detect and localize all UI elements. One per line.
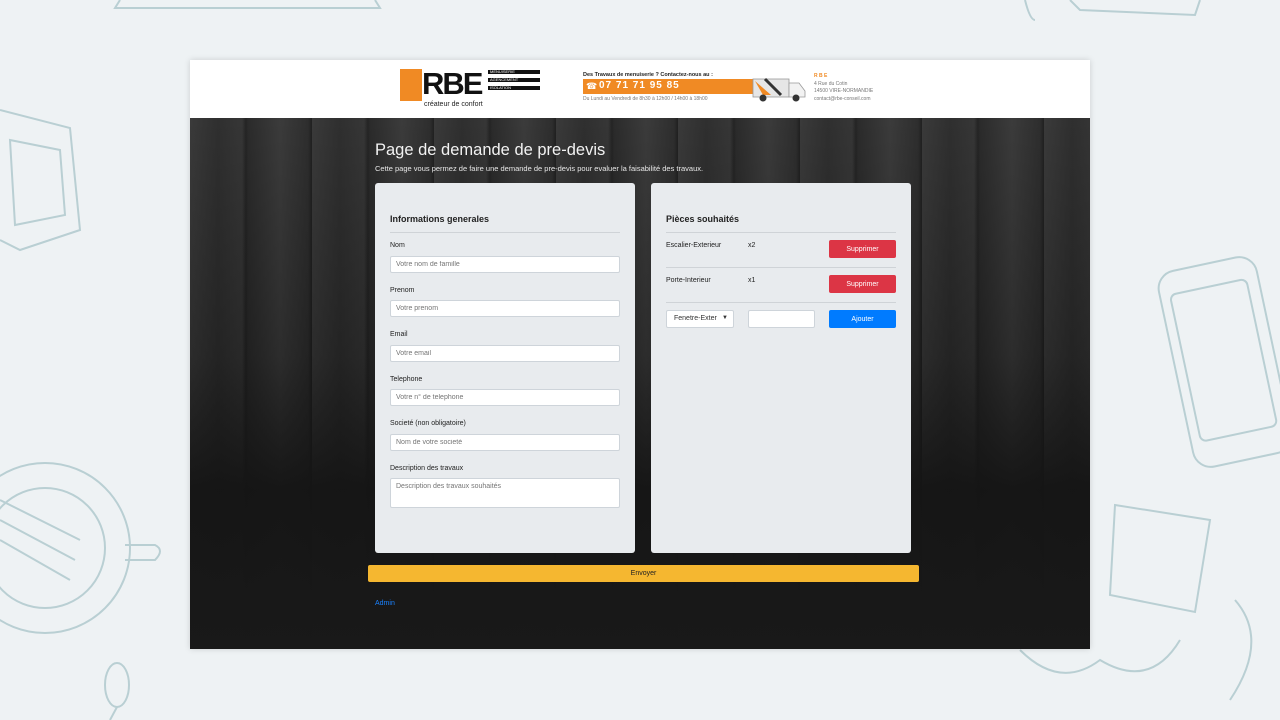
piece-type-value: Fenetre-Exter	[674, 315, 717, 322]
company-logo[interactable]: RBE MENUISERIE AGENCEMENT ISOLATION créa…	[400, 66, 540, 109]
societe-label: Societé (non obligatoire)	[390, 420, 466, 427]
address-email[interactable]: contact@rbe-conseil.com	[814, 96, 873, 104]
company-address: R B E 4 Rue du Cotin 14500 VIRE-NORMANDI…	[814, 73, 873, 103]
piece-qty: x1	[748, 277, 756, 284]
telephone-input[interactable]	[390, 389, 620, 406]
logo-bars: MENUISERIE AGENCEMENT ISOLATION	[488, 69, 540, 94]
remove-piece-button[interactable]: Supprimer	[829, 240, 896, 258]
divider	[666, 267, 896, 268]
logo-bar-label: AGENCEMENT	[490, 77, 519, 82]
remove-piece-button[interactable]: Supprimer	[829, 275, 896, 293]
piece-name: Escalier-Exterieur	[666, 242, 722, 249]
general-info-panel: Informations generales Nom Prenom Email …	[375, 183, 635, 553]
quantity-input[interactable]	[748, 310, 815, 328]
prenom-input[interactable]	[390, 300, 620, 317]
opening-hours: Du Lundi au Vendredi de 8h30 à 12h00 / 1…	[583, 96, 708, 102]
page-subtitle: Cette page vous permez de faire une dema…	[375, 164, 704, 173]
description-textarea[interactable]	[390, 478, 620, 508]
description-label: Description des travaux	[390, 465, 464, 472]
piece-name: Porte-Interieur	[666, 277, 711, 284]
logo-bar: AGENCEMENT	[488, 77, 540, 82]
contact-question: Des Travaux de menuiserie ? Contactez-no…	[583, 72, 713, 78]
logo-bar-label: MENUISERIE	[490, 69, 515, 74]
divider	[390, 232, 620, 233]
address-line: 14500 VIRE-NORMANDIE	[814, 88, 874, 94]
email-label: Email	[390, 331, 408, 338]
phone-bar: ☎ 07 71 71 95 85	[583, 79, 753, 94]
prenom-label: Prenom	[390, 287, 415, 294]
divider	[666, 302, 896, 303]
piece-qty: x2	[748, 242, 756, 249]
logo-bar-label: ISOLATION	[490, 85, 512, 90]
page-container: RBE MENUISERIE AGENCEMENT ISOLATION créa…	[190, 60, 1090, 649]
contact-banner: Des Travaux de menuiserie ? Contactez-no…	[583, 72, 813, 106]
general-info-title: Informations generales	[390, 214, 490, 224]
pieces-panel: Pièces souhaités Escalier-Exterieur x2 S…	[651, 183, 911, 553]
page-title: Page de demande de pre-devis	[375, 141, 606, 159]
pieces-title: Pièces souhaités	[666, 214, 740, 224]
divider	[666, 232, 896, 233]
logo-bar: ISOLATION	[488, 85, 540, 90]
nom-input[interactable]	[390, 256, 620, 273]
piece-type-select[interactable]: Fenetre-Exter ▼	[666, 310, 734, 328]
logo-orange-block	[400, 69, 422, 101]
admin-link[interactable]: Admin	[375, 600, 395, 607]
logo-text: RBE	[422, 66, 483, 101]
chevron-down-icon: ▼	[722, 315, 728, 321]
phone-icon: ☎	[586, 81, 598, 91]
email-input[interactable]	[390, 345, 620, 362]
add-piece-button[interactable]: Ajouter	[829, 310, 896, 328]
address-name: R B E	[814, 73, 828, 79]
societe-input[interactable]	[390, 434, 620, 451]
telephone-label: Telephone	[390, 376, 423, 383]
site-header: RBE MENUISERIE AGENCEMENT ISOLATION créa…	[190, 60, 1090, 118]
phone-number[interactable]: 07 71 71 95 85	[599, 80, 680, 91]
submit-button[interactable]: Envoyer	[368, 565, 919, 582]
logo-tagline: créateur de confort	[424, 101, 483, 108]
logo-bar: MENUISERIE	[488, 69, 540, 74]
van-icon	[752, 77, 806, 102]
address-line: 4 Rue du Cotin	[814, 80, 848, 87]
nom-label: Nom	[390, 242, 405, 249]
